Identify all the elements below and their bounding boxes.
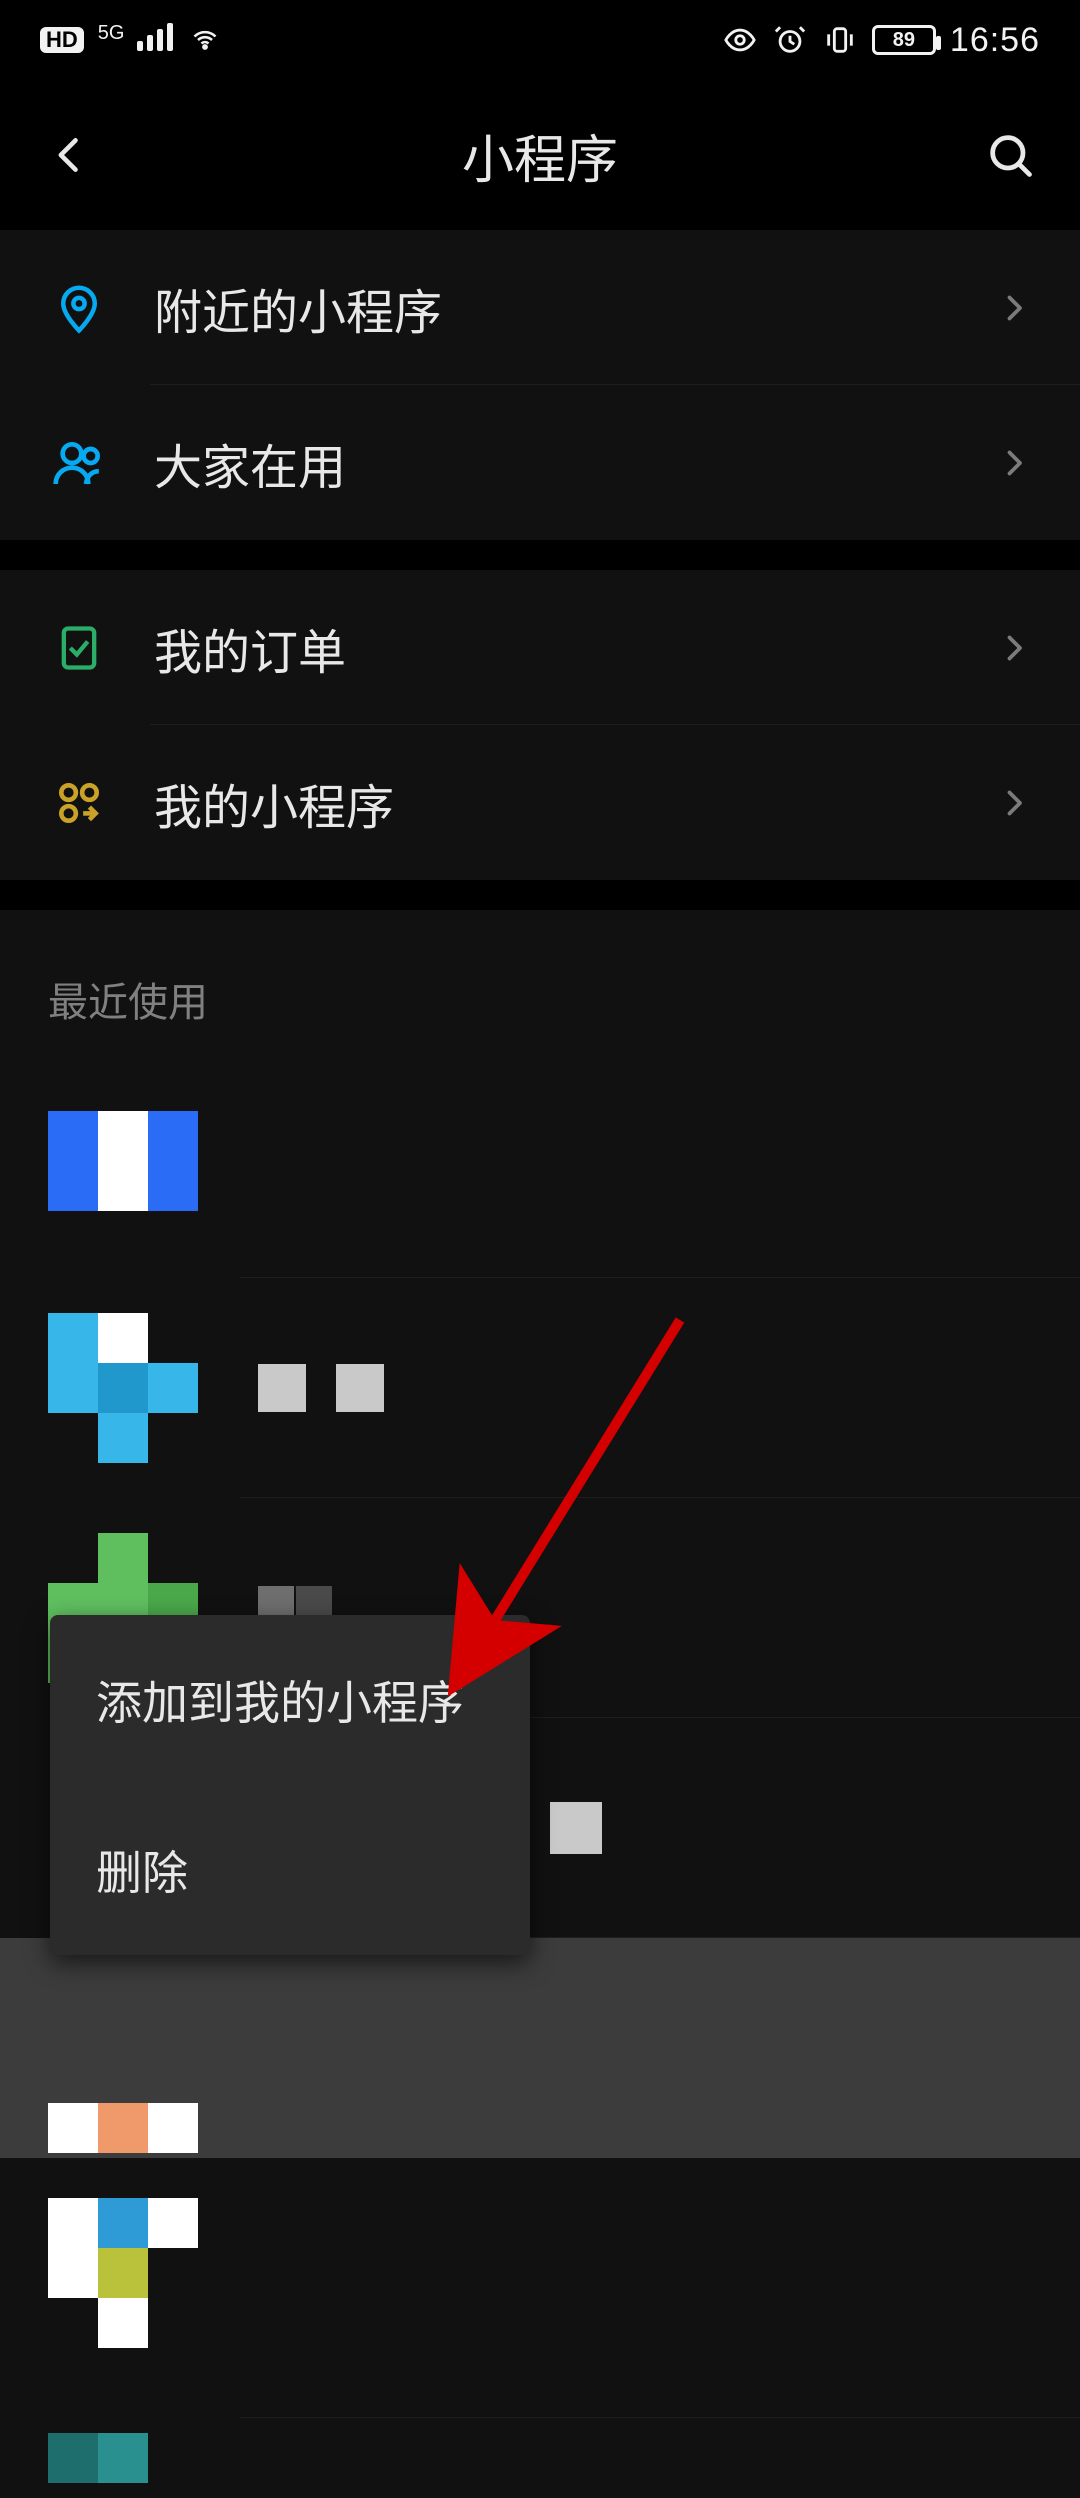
status-right: 89 16:56 [722,21,1040,60]
network-group: 5G [98,22,174,59]
chevron-right-icon [996,290,1032,326]
recent-item[interactable] [0,2418,1080,2498]
network-gen-label: 5G [98,22,125,44]
grid-icon [44,768,114,838]
menu-label: 我的小程序 [154,768,996,838]
menu-label: 附近的小程序 [154,273,996,343]
context-menu-add[interactable]: 添加到我的小程序 [50,1615,530,1785]
wifi-icon [187,22,223,58]
app-icon [48,2048,198,2158]
menu-item-my-orders[interactable]: 我的订单 [0,570,1080,725]
chevron-right-icon [996,445,1032,481]
people-icon [44,428,114,498]
hd-badge: HD [40,27,84,53]
menu-item-my-miniprograms[interactable]: 我的小程序 [0,725,1080,880]
battery-icon: 89 [872,25,936,55]
page-title: 小程序 [462,118,618,193]
eye-icon [722,22,758,58]
app-name-redacted [258,1364,384,1412]
menu-section-mine: 我的订单 我的小程序 [0,570,1080,880]
menu-item-nearby[interactable]: 附近的小程序 [0,230,1080,385]
app-icon [48,2433,198,2483]
title-bar: 小程序 [0,80,1080,230]
location-icon [44,273,114,343]
menu-section-discover: 附近的小程序 大家在用 [0,230,1080,540]
recent-item-selected[interactable] [0,1938,1080,2158]
context-menu-delete[interactable]: 删除 [50,1785,530,1955]
context-menu: 添加到我的小程序 删除 [50,1615,530,1955]
menu-label: 我的订单 [154,613,996,683]
recent-section-title: 最近使用 [0,910,1080,1058]
vibrate-icon [822,22,858,58]
search-icon [984,129,1036,181]
app-icon [48,1313,198,1463]
chevron-right-icon [996,630,1032,666]
app-icon [48,2198,198,2348]
chevron-right-icon [996,785,1032,821]
app-icon [48,1093,198,1243]
menu-label: 大家在用 [154,428,996,498]
back-button[interactable] [40,125,100,185]
chevron-left-icon [48,133,92,177]
battery-pct: 89 [893,29,915,52]
orders-icon [44,613,114,683]
status-bar: HD 5G 89 1 [0,0,1080,80]
status-time: 16:56 [950,21,1040,60]
recent-item[interactable] [0,2158,1080,2418]
search-button[interactable] [980,125,1040,185]
signal-icon [137,23,173,51]
app-name-redacted [550,1802,602,1854]
status-left: HD 5G [40,22,223,59]
alarm-icon [772,22,808,58]
menu-item-everyone-using[interactable]: 大家在用 [0,385,1080,540]
recent-item[interactable] [0,1058,1080,1278]
recent-item[interactable] [0,1278,1080,1498]
